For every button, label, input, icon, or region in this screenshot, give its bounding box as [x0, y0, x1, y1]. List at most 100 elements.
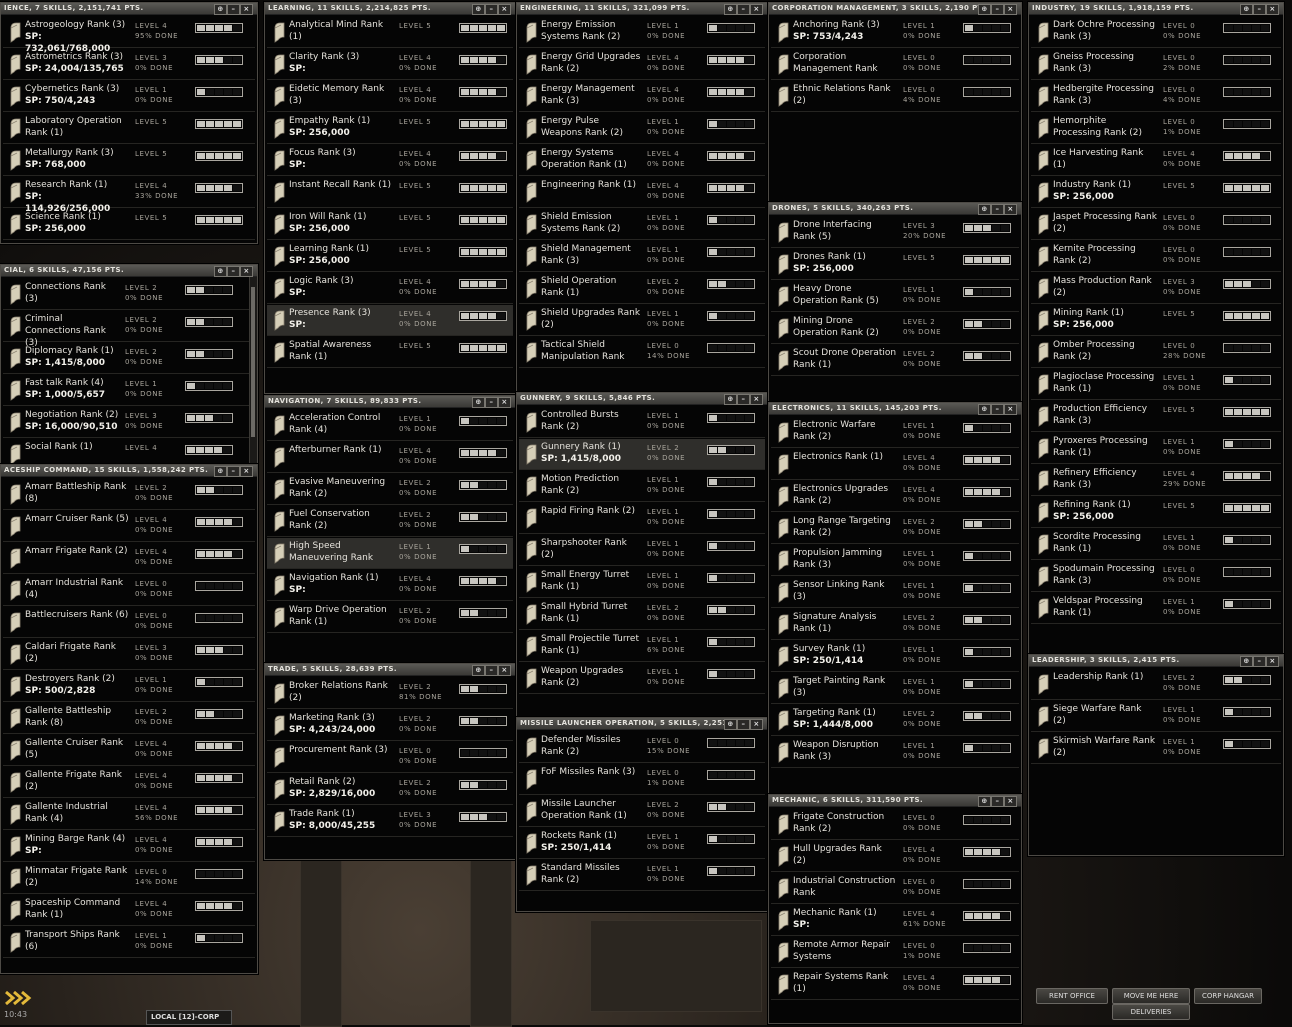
window-title-bar[interactable]: corporation management, 3 skills, 2,190 …	[769, 3, 1021, 15]
skill-row-mass-production-rank-2[interactable]: Mass Production Rank (2) LEVEL 3 0% DONE	[1031, 273, 1281, 304]
skill-group-window[interactable]: trade, 5 skills, 28,639 pts. ⊕ – × Broker Re…	[264, 663, 516, 860]
skill-group-window[interactable]: missile launcher operation, 5 skills, 2,…	[516, 717, 768, 912]
minimize-icon[interactable]: –	[1253, 656, 1266, 667]
scrollbar-thumb[interactable]	[251, 287, 255, 437]
window-title-bar[interactable]: electronics, 11 skills, 145,203 pts. ⊕ – ×	[769, 403, 1021, 415]
close-icon[interactable]: ×	[750, 394, 763, 405]
skill-row-mining-barge-rank-4[interactable]: Mining Barge Rank (4) SP: LEVEL 4 0% DONE	[3, 831, 255, 862]
skill-row-veldspar-processing-rank-1[interactable]: Veldspar Processing Rank (1) LEVEL 1 0% DO…	[1031, 593, 1281, 624]
skill-row-small-projectile-turret-rank-1[interactable]: Small Projectile Turret Rank (1) LEVEL 16…	[519, 631, 765, 662]
skill-row-scout-drone-operation-rank-1[interactable]: Scout Drone Operation Rank (1) LEVEL 2 0% …	[771, 345, 1019, 376]
skill-group-window[interactable]: corporation management, 3 skills, 2,190 …	[768, 2, 1022, 202]
pin-icon[interactable]: ⊕	[978, 204, 991, 215]
skill-group-window[interactable]: gunnery, 9 skills, 5,846 pts. ⊕ – × Controll…	[516, 392, 768, 719]
skill-row-energy-emission-systems-rank-2[interactable]: Energy Emission Systems Rank (2) LEVEL 10…	[519, 17, 765, 48]
skill-row-kernite-processing-rank-2[interactable]: Kernite Processing Rank (2) LEVEL 0 0% DON…	[1031, 241, 1281, 272]
close-icon[interactable]: ×	[1004, 404, 1017, 415]
skill-row-target-painting-rank-3[interactable]: Target Painting Rank (3) LEVEL 1 0% DONE	[771, 673, 1019, 704]
skill-row-astrometrics-rank-3[interactable]: Astrometrics Rank (3) SP: 24,004/135,765 L…	[3, 49, 255, 80]
skill-row-defender-missiles-rank-2[interactable]: Defender Missiles Rank (2) LEVEL 0 15% DON…	[519, 732, 765, 763]
skill-row-remote-armor-repair-systems[interactable]: Remote Armor Repair Systems LEVEL 0 1% DON…	[771, 937, 1019, 968]
pin-icon[interactable]: ⊕	[1240, 656, 1253, 667]
skill-row-procurement-rank-3[interactable]: Procurement Rank (3) LEVEL 0 0% DONE	[267, 742, 513, 773]
skill-row-mining-drone-operation-rank-2[interactable]: Mining Drone Operation Rank (2) LEVEL 2 0%…	[771, 313, 1019, 344]
skill-row-missile-launcher-operation-rank-1[interactable]: Missile Launcher Operation Rank (1) LEVEL…	[519, 796, 765, 827]
window-title-bar[interactable]: mechanic, 6 skills, 311,590 pts. ⊕ – ×	[769, 795, 1021, 807]
skill-row-transport-ships-rank-6[interactable]: Transport Ships Rank (6) LEVEL 1 0% DONE	[3, 927, 255, 958]
skill-row-laboratory-operation-rank-1[interactable]: Laboratory Operation Rank (1) LEVEL 5	[3, 113, 255, 144]
window-title-bar[interactable]: trade, 5 skills, 28,639 pts. ⊕ – ×	[265, 664, 515, 676]
skill-row-industry-rank-1[interactable]: Industry Rank (1) SP: 256,000 LEVEL 5	[1031, 177, 1281, 208]
skill-row-refining-rank-1[interactable]: Refining Rank (1) SP: 256,000 LEVEL 5	[1031, 497, 1281, 528]
skill-row-frigate-construction-rank-2[interactable]: Frigate Construction Rank (2) LEVEL 0 0% D…	[771, 809, 1019, 840]
skill-row-spaceship-command-rank-1[interactable]: Spaceship Command Rank (1) LEVEL 4 0% DONE	[3, 895, 255, 926]
skill-row-electronics-upgrades-rank-2[interactable]: Electronics Upgrades Rank (2) LEVEL 4 0% D…	[771, 481, 1019, 512]
skill-row-long-range-targeting-rank-2[interactable]: Long Range Targeting Rank (2) LEVEL 2 0% D…	[771, 513, 1019, 544]
skill-row-metallurgy-rank-3[interactable]: Metallurgy Rank (3) SP: 768,000 LEVEL 5	[3, 145, 255, 176]
skill-row-gallente-industrial-rank-4[interactable]: Gallente Industrial Rank (4) LEVEL 4 56% D…	[3, 799, 255, 830]
skill-row-hull-upgrades-rank-2[interactable]: Hull Upgrades Rank (2) LEVEL 4 0% DONE	[771, 841, 1019, 872]
skill-row-pyroxeres-processing-rank-1[interactable]: Pyroxeres Processing Rank (1) LEVEL 1 0% D…	[1031, 433, 1281, 464]
close-icon[interactable]: ×	[1004, 204, 1017, 215]
skill-row-drone-interfacing-rank-5[interactable]: Drone Interfacing Rank (5) LEVEL 3 20% DON…	[771, 217, 1019, 248]
skill-row-standard-missiles-rank-2[interactable]: Standard Missiles Rank (2) LEVEL 1 0% DONE	[519, 860, 765, 891]
skill-row-industrial-construction-rank[interactable]: Industrial Construction Rank LEVEL 0 0% DO…	[771, 873, 1019, 904]
skill-row-energy-grid-upgrades-rank-2[interactable]: Energy Grid Upgrades Rank (2) LEVEL 4 0% D…	[519, 49, 765, 80]
close-icon[interactable]: ×	[498, 4, 511, 15]
skill-row-navigation-rank-1[interactable]: Navigation Rank (1) SP: LEVEL 4 0% DONE	[267, 570, 513, 601]
skill-row-siege-warfare-rank-2[interactable]: Siege Warfare Rank (2) LEVEL 1 0% DONE	[1031, 701, 1281, 732]
close-icon[interactable]: ×	[750, 4, 763, 15]
skill-row-empathy-rank-1[interactable]: Empathy Rank (1) SP: 256,000 LEVEL 5	[267, 113, 513, 144]
pin-icon[interactable]: ⊕	[978, 796, 991, 807]
skill-row-weapon-disruption-rank-3[interactable]: Weapon Disruption Rank (3) LEVEL 1 0% DONE	[771, 737, 1019, 768]
skill-row-broker-relations-rank-2[interactable]: Broker Relations Rank (2) LEVEL 2 81% DONE	[267, 678, 513, 709]
skill-row-shield-operation-rank-1[interactable]: Shield Operation Rank (1) LEVEL 2 0% DONE	[519, 273, 765, 304]
skill-row-spodumain-processing-rank-3[interactable]: Spodumain Processing Rank (3) LEVEL 0 0% D…	[1031, 561, 1281, 592]
minimize-icon[interactable]: –	[485, 4, 498, 15]
skill-row-clarity-rank-3[interactable]: Clarity Rank (3) SP: LEVEL 4 0% DONE	[267, 49, 513, 80]
skill-row-warp-drive-operation-rank-1[interactable]: Warp Drive Operation Rank (1) LEVEL 2 0% D…	[267, 602, 513, 633]
chat-tab-local[interactable]: LOCAL [12]-CORP	[146, 1010, 232, 1025]
skill-row-production-efficiency-rank-3[interactable]: Production Efficiency Rank (3) LEVEL 5	[1031, 401, 1281, 432]
move-me-here-button[interactable]: MOVE ME HERE	[1112, 988, 1190, 1004]
skill-row-destroyers-rank-2[interactable]: Destroyers Rank (2) SP: 500/2,828 LEVEL 10…	[3, 671, 255, 702]
window-title-bar[interactable]: leadership, 3 skills, 2,415 pts. ⊕ – ×	[1029, 655, 1283, 667]
skill-group-window[interactable]: cial, 6 skills, 47,156 pts. ⊕ – × Connection…	[0, 264, 258, 466]
skill-group-window[interactable]: learning, 11 skills, 2,214,825 pts. ⊕ – × An…	[264, 2, 516, 394]
skill-row-amarr-battleship-rank-8[interactable]: Amarr Battleship Rank (8) LEVEL 2 0% DONE	[3, 479, 255, 510]
skill-row-afterburner-rank-1[interactable]: Afterburner Rank (1) LEVEL 4 0% DONE	[267, 442, 513, 473]
minimize-icon[interactable]: –	[991, 796, 1004, 807]
skill-row-omber-processing-rank-2[interactable]: Omber Processing Rank (2) LEVEL 0 28% DONE	[1031, 337, 1281, 368]
close-icon[interactable]: ×	[240, 466, 253, 477]
skill-row-energy-systems-operation-rank-1[interactable]: Energy Systems Operation Rank (1) LEVEL 4…	[519, 145, 765, 176]
skill-row-jaspet-processing-rank-2[interactable]: Jaspet Processing Rank (2) LEVEL 0 0% DONE	[1031, 209, 1281, 240]
skill-row-rockets-rank-1[interactable]: Rockets Rank (1) SP: 250/1,414 LEVEL 1 0% D…	[519, 828, 765, 859]
close-icon[interactable]: ×	[1004, 796, 1017, 807]
minimize-icon[interactable]: –	[227, 466, 240, 477]
skill-row-research-rank-1[interactable]: Research Rank (1) SP: 114,926/256,000 LEVE…	[3, 177, 255, 214]
pin-icon[interactable]: ⊕	[724, 4, 737, 15]
pin-icon[interactable]: ⊕	[472, 4, 485, 15]
skill-group-window[interactable]: engineering, 11 skills, 321,099 pts. ⊕ – × E…	[516, 2, 768, 392]
skill-group-window[interactable]: mechanic, 6 skills, 311,590 pts. ⊕ – × Friga…	[768, 794, 1022, 1024]
skill-row-drones-rank-1[interactable]: Drones Rank (1) SP: 256,000 LEVEL 5	[771, 249, 1019, 280]
skill-row-propulsion-jamming-rank-3[interactable]: Propulsion Jamming Rank (3) LEVEL 1 0% DON…	[771, 545, 1019, 576]
minimize-icon[interactable]: –	[991, 4, 1004, 15]
skill-row-energy-pulse-weapons-rank-2[interactable]: Energy Pulse Weapons Rank (2) LEVEL 1 0% D…	[519, 113, 765, 144]
skill-row-spatial-awareness-rank-1[interactable]: Spatial Awareness Rank (1) LEVEL 5	[267, 337, 513, 368]
minimize-icon[interactable]: –	[227, 266, 240, 277]
skill-group-window[interactable]: electronics, 11 skills, 145,203 pts. ⊕ – × E…	[768, 402, 1022, 794]
skill-row-small-energy-turret-rank-1[interactable]: Small Energy Turret Rank (1) LEVEL 1 0% DO…	[519, 567, 765, 598]
skill-row-hemorphite-processing-rank-2[interactable]: Hemorphite Processing Rank (2) LEVEL 0 1% …	[1031, 113, 1281, 144]
pin-icon[interactable]: ⊕	[724, 394, 737, 405]
skill-row-cybernetics-rank-3[interactable]: Cybernetics Rank (3) SP: 750/4,243 LEVEL 1…	[3, 81, 255, 112]
skill-row-astrogeology-rank-3[interactable]: Astrogeology Rank (3) SP: 732,061/768,000…	[3, 17, 255, 54]
close-icon[interactable]: ×	[240, 4, 253, 15]
skill-row-diplomacy-rank-1[interactable]: Diplomacy Rank (1) SP: 1,415/8,000 LEVEL 2…	[3, 343, 255, 374]
skill-group-window[interactable]: aceship command, 15 skills, 1,558,242 pt…	[0, 464, 258, 974]
skill-row-analytical-mind-rank-1[interactable]: Analytical Mind Rank (1) LEVEL 5	[267, 17, 513, 48]
skill-row-repair-systems-rank-1[interactable]: Repair Systems Rank (1) LEVEL 4 0% DONE	[771, 969, 1019, 1000]
skill-row-connections-rank-3[interactable]: Connections Rank (3) LEVEL 2 0% DONE	[3, 279, 255, 310]
skill-row-social-rank-1[interactable]: Social Rank (1) LEVEL 4	[3, 439, 255, 465]
minimize-icon[interactable]: –	[991, 204, 1004, 215]
